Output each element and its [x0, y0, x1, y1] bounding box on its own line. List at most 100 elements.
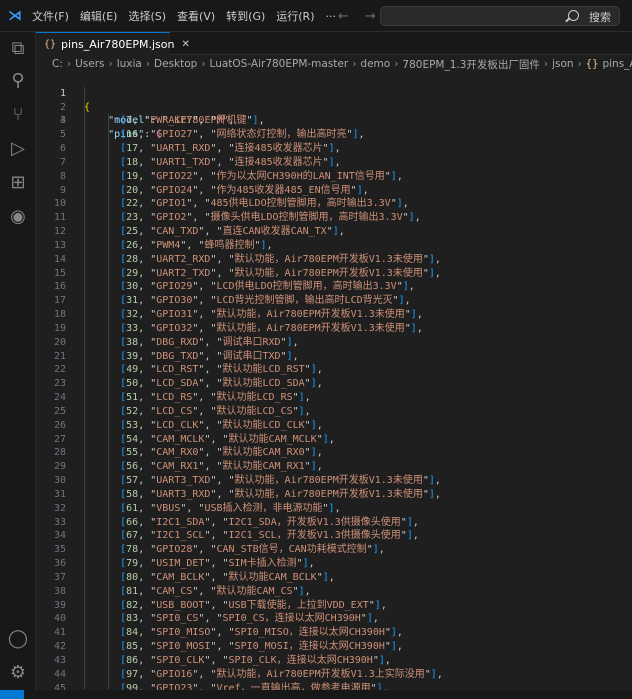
line-content: [26, "PWM4", "蜂鸣器控制"],: [120, 239, 273, 251]
line-content: [38, "DBG_RXD", "调试串口RXD"],: [120, 336, 299, 348]
line-number: 37: [53, 571, 66, 583]
code-line: 40 [83, "SPI0_CS", "SPI0_CS，连接以太网CH390H"…: [36, 612, 632, 626]
command-center-search[interactable]: 搜索: [380, 6, 620, 26]
extensions-icon[interactable]: ⊞: [7, 172, 29, 194]
line-content: [39, "DBG_TXD", "调试串口TXD"],: [120, 350, 299, 362]
breadcrumb-item[interactable]: C:: [52, 58, 63, 70]
line-number: 19: [53, 322, 66, 334]
line-number: 30: [53, 475, 66, 487]
code-line: 15 [29, "UART2_TXD", "默认功能，Air780EPM开发板V…: [36, 267, 632, 281]
breadcrumb: C: › Users › luxia › Desktop › LuatOS-Air780…: [36, 55, 632, 73]
code-line: 20 [38, "DBG_RXD", "调试串口RXD"],: [36, 336, 632, 350]
code-line: 7 [18, "UART1_TXD", "连接485收发器芯片"],: [36, 156, 632, 170]
chevron-right-icon: ›: [66, 58, 72, 70]
explorer-icon[interactable]: ⧉: [7, 38, 29, 60]
code-line: 45 [99, "GPIO23", "Vref，一直输出高，做参考电源用"],: [36, 682, 632, 690]
code-line: 18 [32, "GPIO31", "默认功能，Air780EPM开发板V1.3…: [36, 308, 632, 322]
line-number: 31: [53, 488, 66, 500]
tab-bar: {} pins_Air780EPM.json ✕: [36, 32, 632, 55]
line-content: [7, "PWR_KEY", "开机键"],: [120, 115, 265, 127]
line-content: [25, "CAN_TXD", "直连CAN收发器CAN_TX"],: [120, 226, 345, 238]
back-arrow-icon[interactable]: ←: [338, 9, 349, 24]
close-tab-icon[interactable]: ✕: [181, 39, 189, 50]
line-content: [57, "UART3_TXD", "默认功能，Air780EPM开发板V1.3…: [120, 475, 441, 487]
breadcrumb-item[interactable]: luxia: [117, 58, 142, 70]
code-line: 28 [55, "CAM_RX0", "默认功能CAM_RX0"],: [36, 446, 632, 460]
search-icon: [568, 10, 579, 21]
menu-more[interactable]: ···: [326, 10, 337, 23]
menu-file[interactable]: 文件(F): [32, 8, 69, 24]
line-content: [30, "GPIO29", "LCD供电LDO控制管脚用，高时输出3.3V"]…: [120, 281, 415, 293]
line-content: [67, "I2C1_SCL", "I2C1_SCL，开发板V1.3供摄像头使用…: [120, 530, 419, 542]
json-file-icon: {}: [585, 58, 599, 70]
line-content: [56, "CAM_RX1", "默认功能CAM_RX1"],: [120, 461, 323, 473]
run-debug-icon[interactable]: ▷: [7, 138, 29, 160]
line-number: 34: [53, 530, 66, 542]
line-number: 10: [53, 198, 66, 210]
code-line: 19 [33, "GPIO32", "默认功能，Air780EPM开发板V1.3…: [36, 322, 632, 336]
chevron-right-icon: ›: [201, 58, 206, 70]
breadcrumb-item[interactable]: Desktop: [154, 58, 197, 70]
code-line: 25 [52, "LCD_CS", "默认功能LCD_CS"],: [36, 405, 632, 419]
code-editor[interactable]: 1 { 2 "model": "Air780EPM", 3 "pins": [ …: [36, 73, 632, 690]
line-content: [20, "GPIO24", "作为485收发器485_EN信号用"],: [120, 184, 369, 196]
line-number: 15: [53, 267, 66, 279]
code-line: 33 [66, "I2C1_SDA", "I2C1_SDA，开发板V1.3供摄像…: [36, 516, 632, 530]
tab-pins-json[interactable]: {} pins_Air780EPM.json ✕: [36, 32, 190, 55]
title-bar: ⋊ 文件(F) 编辑(E) 选择(S) 查看(V) 转到(G) 运行(R) ··…: [0, 0, 632, 32]
breadcrumb-item[interactable]: demo: [360, 58, 390, 70]
code-line: 6 [17, "UART1_RXD", "连接485收发器芯片"],: [36, 142, 632, 156]
line-content: [50, "LCD_SDA", "默认功能LCD_SDA"],: [120, 378, 323, 390]
account-icon[interactable]: ◯: [7, 628, 29, 650]
menu-selection[interactable]: 选择(S): [128, 8, 166, 24]
line-number: 14: [53, 253, 66, 265]
line-content: [54, "CAM_MCLK", "默认功能CAM_MCLK"],: [120, 433, 335, 445]
code-line: 36 [79, "USIM_DET", "SIM卡插入检测"],: [36, 557, 632, 571]
menu-view[interactable]: 查看(V): [177, 8, 215, 24]
code-line: 9 [20, "GPIO24", "作为485收发器485_EN信号用"],: [36, 184, 632, 198]
breadcrumb-item[interactable]: pins_Air780EPM.json: [602, 58, 632, 70]
line-number: 44: [53, 668, 66, 680]
line-content: [49, "LCD_RST", "默认功能LCD_RST"],: [120, 364, 323, 376]
code-line: 17 [31, "GPIO30", "LCD背光控制管脚，输出高时LCD背光灭"…: [36, 294, 632, 308]
line-number: 20: [53, 336, 66, 348]
code-line: 37 [80, "CAM_BCLK", "默认功能CAM_BCLK"],: [36, 571, 632, 585]
breadcrumb-item[interactable]: 780EPM_1.3开发板出厂固件: [402, 57, 540, 72]
breadcrumb-item[interactable]: json: [552, 58, 573, 70]
line-number: 4: [59, 115, 66, 127]
chevron-right-icon: ›: [352, 58, 357, 70]
menu-bar: 文件(F) 编辑(E) 选择(S) 查看(V) 转到(G) 运行(R) ···: [32, 0, 347, 32]
code-line: 11 [23, "GPIO2", "摄像头供电LDO控制管脚用，高时输出3.3V…: [36, 211, 632, 225]
forward-arrow-icon[interactable]: →: [365, 9, 376, 24]
code-line: 30 [57, "UART3_TXD", "默认功能，Air780EPM开发板V…: [36, 474, 632, 488]
line-content: [86, "SPI0_CLK", "SPI0_CLK，连接以太网CH390H"]…: [120, 654, 391, 666]
code-line: 24 [51, "LCD_RS", "默认功能LCD_RS"],: [36, 391, 632, 405]
line-number: 11: [53, 212, 66, 224]
timeline-icon[interactable]: ◉: [7, 206, 29, 228]
source-control-icon[interactable]: ⑂: [7, 104, 29, 126]
line-number: 18: [53, 309, 66, 321]
menu-go[interactable]: 转到(G): [226, 8, 265, 24]
line-content: [18, "UART1_TXD", "连接485收发器芯片"],: [120, 156, 341, 168]
code-line: 3 "pins": [: [36, 101, 632, 140]
line-number: 13: [53, 239, 66, 251]
menu-run[interactable]: 运行(R): [276, 8, 314, 24]
code-line: 38 [81, "CAM_CS", "默认功能CAM_CS"],: [36, 585, 632, 599]
breadcrumb-item[interactable]: LuatOS-Air780EPM-master: [210, 58, 349, 70]
settings-gear-icon[interactable]: ⚙: [7, 662, 29, 684]
code-line: 27 [54, "CAM_MCLK", "默认功能CAM_MCLK"],: [36, 433, 632, 447]
line-content: [79, "USIM_DET", "SIM卡插入检测"],: [120, 558, 315, 570]
line-number: 27: [53, 433, 66, 445]
chevron-right-icon: ›: [394, 58, 399, 70]
remote-indicator[interactable]: [0, 690, 24, 699]
line-content: [66, "I2C1_SDA", "I2C1_SDA，开发板V1.3供摄像头使用…: [120, 516, 419, 528]
menu-edit[interactable]: 编辑(E): [80, 8, 118, 24]
breadcrumb-item[interactable]: Users: [75, 58, 104, 70]
line-content: [16, "GPIO27", "网络状态灯控制，输出高时亮"],: [120, 129, 365, 141]
indent-guide: [84, 86, 85, 690]
search-icon[interactable]: ⚲: [7, 70, 29, 92]
code-line: 29 [56, "CAM_RX1", "默认功能CAM_RX1"],: [36, 460, 632, 474]
line-number: 7: [59, 156, 66, 168]
line-number: 29: [53, 461, 66, 473]
code-line: 43 [86, "SPI0_CLK", "SPI0_CLK，连接以太网CH390…: [36, 654, 632, 668]
